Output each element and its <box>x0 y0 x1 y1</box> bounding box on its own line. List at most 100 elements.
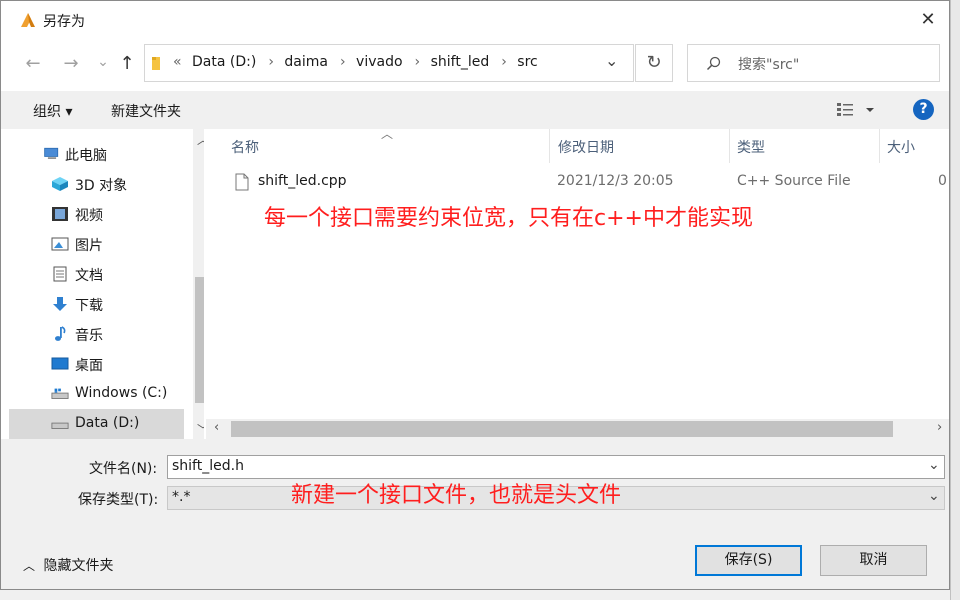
column-divider[interactable] <box>729 129 730 163</box>
address-dropdown-icon[interactable]: ⌄ <box>605 51 618 70</box>
column-size[interactable]: 大小 <box>887 137 915 157</box>
chevron-up-icon: ︿ <box>23 559 36 573</box>
table-row[interactable]: shift_led.cpp 2021/12/3 20:05 C++ Source… <box>231 171 949 195</box>
filetype-value: *.* <box>172 489 191 505</box>
drive-icon <box>51 388 69 399</box>
desktop-icon <box>51 357 69 370</box>
column-date[interactable]: 修改日期 <box>558 137 614 157</box>
column-name[interactable]: 名称 <box>231 137 259 157</box>
chevron-up-icon[interactable]: ︿ <box>197 131 204 148</box>
search-icon <box>706 56 721 71</box>
sidebar-item-label: 视频 <box>75 208 103 224</box>
music-icon <box>55 326 66 341</box>
sidebar-item-music[interactable]: 音乐 <box>9 319 184 349</box>
breadcrumb-shift-led[interactable]: shift_led <box>431 54 490 70</box>
dialog-title: 另存为 <box>43 14 85 30</box>
background-window-edge <box>950 0 960 600</box>
forward-button[interactable]: → <box>59 53 83 75</box>
column-type[interactable]: 类型 <box>737 137 765 157</box>
breadcrumb: « Data (D:) › daima › vivado › shift_led › s… <box>173 54 544 70</box>
filename-label: 文件名(N): <box>89 461 158 477</box>
file-icon <box>235 173 249 191</box>
column-divider[interactable] <box>879 129 880 163</box>
file-size: 0 <box>938 173 947 189</box>
horizontal-scroll-thumb[interactable] <box>231 421 893 437</box>
filename-input[interactable]: shift_led.h ⌄ <box>167 455 945 479</box>
chevron-down-icon[interactable]: ﹀ <box>197 421 204 438</box>
close-button[interactable]: ✕ <box>915 7 941 33</box>
file-list: ︿ 名称 修改日期 类型 大小 shift_led.cpp 2021/12/3 … <box>206 129 949 439</box>
sidebar-item-label: 桌面 <box>75 358 103 374</box>
filename-dropdown-icon[interactable]: ⌄ <box>928 457 940 473</box>
new-folder-button[interactable]: 新建文件夹 <box>111 101 181 121</box>
help-button[interactable]: ? <box>913 99 934 120</box>
sidebar-item-label: 3D 对象 <box>75 178 128 194</box>
search-input[interactable]: 搜索"src" <box>738 54 799 74</box>
file-name: shift_led.cpp <box>258 173 347 189</box>
sidebar-item-windows-c[interactable]: Windows (C:) <box>9 379 184 409</box>
chevron-right-icon: › <box>339 54 346 70</box>
file-list-horizontal-scrollbar[interactable]: ‹ › <box>206 419 949 439</box>
chevron-left-icon[interactable]: ‹ <box>214 420 219 435</box>
sidebar-item-label: Windows (C:) <box>75 385 168 401</box>
organize-button[interactable]: 组织 ▾ <box>33 101 72 121</box>
picture-icon <box>51 237 69 251</box>
hide-folders-label: 隐藏文件夹 <box>43 558 114 574</box>
annotation-note-2: 新建一个接口文件，也就是头文件 <box>291 483 622 508</box>
command-bar: 组织 ▾ 新建文件夹 ? <box>1 91 949 129</box>
sidebar-scrollbar[interactable]: ︿ ﹀ <box>193 129 204 439</box>
search-box[interactable]: 搜索"src" <box>687 44 940 82</box>
sidebar-item-3d-objects[interactable]: 3D 对象 <box>9 169 184 199</box>
back-button[interactable]: ← <box>21 53 45 75</box>
breadcrumb-vivado[interactable]: vivado <box>356 54 403 70</box>
navigation-pane: 此电脑 3D 对象 视频 图片 文档 下载 音乐 桌面 Windows (C:)… <box>9 129 204 439</box>
sidebar-item-label: 图片 <box>75 238 103 254</box>
address-bar[interactable]: « Data (D:) › daima › vivado › shift_led › s… <box>144 44 634 82</box>
save-as-dialog: 另存为 ✕ ← → ⌄ ↑ « Data (D:) › daima › vivado… <box>0 0 950 590</box>
view-icon[interactable] <box>837 102 875 118</box>
filetype-dropdown-icon[interactable]: ⌄ <box>928 488 940 504</box>
annotation-note-1: 每一个接口需要约束位宽，只有在c++中才能实现 <box>264 206 753 231</box>
cancel-button[interactable]: 取消 <box>820 545 927 576</box>
save-button[interactable]: 保存(S) <box>695 545 802 576</box>
title-bar: 另存为 ✕ <box>1 1 949 39</box>
chevron-right-icon: › <box>268 54 274 70</box>
video-icon <box>52 207 68 221</box>
sidebar-item-label: 下载 <box>75 298 103 314</box>
cube-icon <box>52 177 68 191</box>
vivado-logo-icon <box>21 13 35 27</box>
chevron-right-icon: › <box>501 54 507 70</box>
document-icon <box>53 266 67 282</box>
folder-icon <box>152 57 160 70</box>
recent-locations-button[interactable]: ⌄ <box>91 51 115 73</box>
file-type: C++ Source File <box>737 173 851 189</box>
chevron-right-icon: › <box>414 54 421 70</box>
sort-arrow-icon: ︿ <box>381 129 394 141</box>
column-divider[interactable] <box>549 129 550 163</box>
sidebar-item-data-d[interactable]: Data (D:) <box>9 409 184 439</box>
sidebar-item-desktop[interactable]: 桌面 <box>9 349 184 379</box>
sidebar-item-label: 此电脑 <box>65 148 107 164</box>
sidebar-item-label: 文档 <box>75 268 103 284</box>
hide-folders-toggle[interactable]: ︿ 隐藏文件夹 <box>23 555 113 575</box>
computer-icon <box>44 147 59 159</box>
sidebar-item-pictures[interactable]: 图片 <box>9 229 184 259</box>
download-icon <box>53 297 67 311</box>
sidebar-item-downloads[interactable]: 下载 <box>9 289 184 319</box>
refresh-button[interactable]: ↻ <box>635 44 673 82</box>
breadcrumb-daima[interactable]: daima <box>284 54 328 70</box>
filename-value: shift_led.h <box>172 458 244 474</box>
breadcrumb-src[interactable]: src <box>517 54 537 70</box>
sidebar-item-label: Data (D:) <box>75 415 140 431</box>
sidebar-item-this-pc[interactable]: 此电脑 <box>9 139 184 169</box>
breadcrumb-overflow[interactable]: « <box>173 54 182 70</box>
sidebar-item-videos[interactable]: 视频 <box>9 199 184 229</box>
sidebar-scroll-thumb[interactable] <box>195 277 204 403</box>
breadcrumb-data-drive[interactable]: Data (D:) <box>192 54 256 70</box>
file-date: 2021/12/3 20:05 <box>557 173 674 189</box>
sidebar-item-label: 音乐 <box>75 328 103 344</box>
drive-icon <box>51 422 69 429</box>
up-button[interactable]: ↑ <box>115 53 139 75</box>
chevron-right-icon[interactable]: › <box>937 420 942 435</box>
sidebar-item-documents[interactable]: 文档 <box>9 259 184 289</box>
